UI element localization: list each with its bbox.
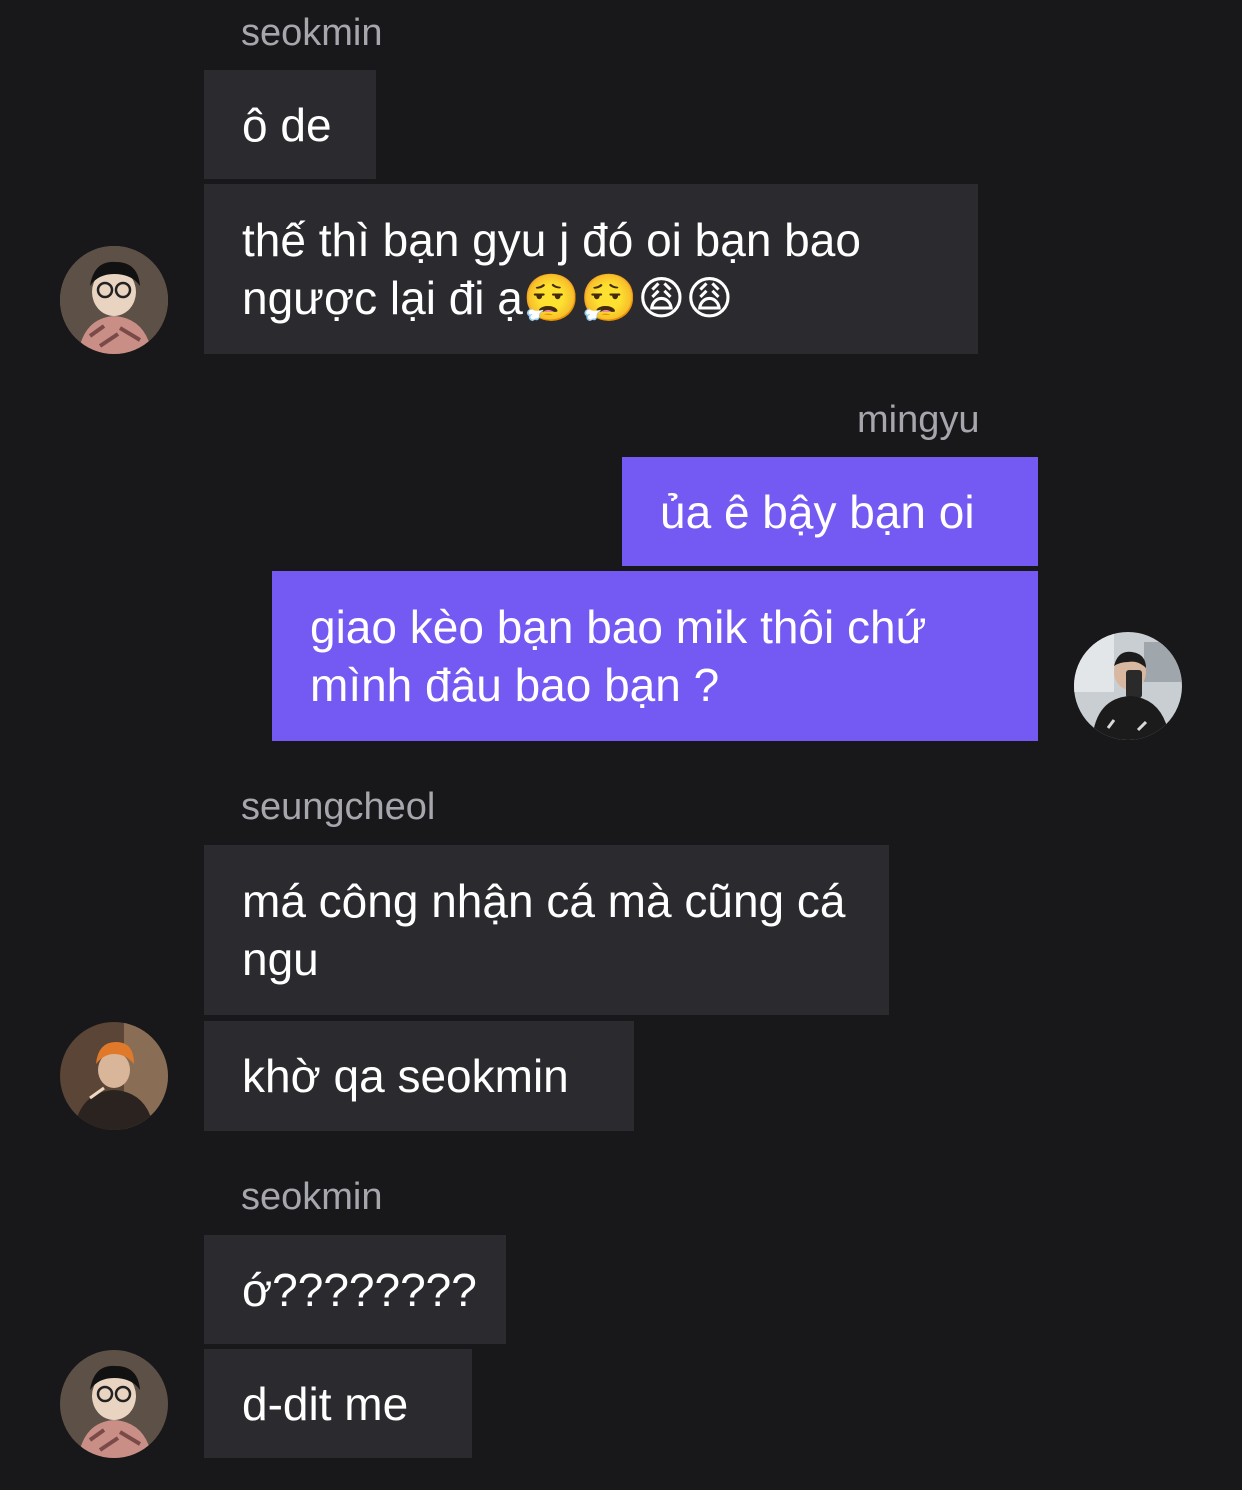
- sender-name-mingyu: mingyu: [857, 399, 980, 441]
- message-bubble[interactable]: ủa ê bậy bạn oi: [622, 457, 1038, 566]
- message-text: ớ????????: [242, 1263, 477, 1316]
- message-bubble[interactable]: giao kèo bạn bao mik thôi chứ mình đâu b…: [272, 571, 1038, 741]
- message-text: khờ qa seokmin: [242, 1050, 569, 1102]
- message-text: d-dit me: [242, 1377, 409, 1430]
- sender-name-seokmin: seokmin: [241, 1176, 383, 1218]
- message-bubble[interactable]: d-dit me: [204, 1349, 472, 1458]
- seokmin-avatar[interactable]: [60, 246, 168, 354]
- message-text: thế thì bạn gyu j đó oi bạn bao ngược lạ…: [242, 214, 874, 324]
- sender-name-seokmin: seokmin: [241, 12, 383, 54]
- message-bubble[interactable]: ô de: [204, 70, 376, 179]
- message-text: giao kèo bạn bao mik thôi chứ mình đâu b…: [310, 601, 940, 711]
- message-bubble[interactable]: ớ????????: [204, 1235, 506, 1344]
- message-bubble[interactable]: thế thì bạn gyu j đó oi bạn bao ngược lạ…: [204, 184, 978, 354]
- message-text: ủa ê bậy bạn oi: [660, 485, 975, 538]
- seungcheol-avatar[interactable]: [60, 1022, 168, 1130]
- mingyu-avatar[interactable]: [1074, 632, 1182, 740]
- message-text: má công nhận cá mà cũng cá ngu: [242, 875, 859, 985]
- message-text: ô de: [242, 98, 332, 151]
- seokmin-avatar[interactable]: [60, 1350, 168, 1458]
- message-bubble[interactable]: má công nhận cá mà cũng cá ngu: [204, 845, 889, 1015]
- sender-name-seungcheol: seungcheol: [241, 786, 436, 828]
- message-bubble[interactable]: khờ qa seokmin: [204, 1021, 634, 1131]
